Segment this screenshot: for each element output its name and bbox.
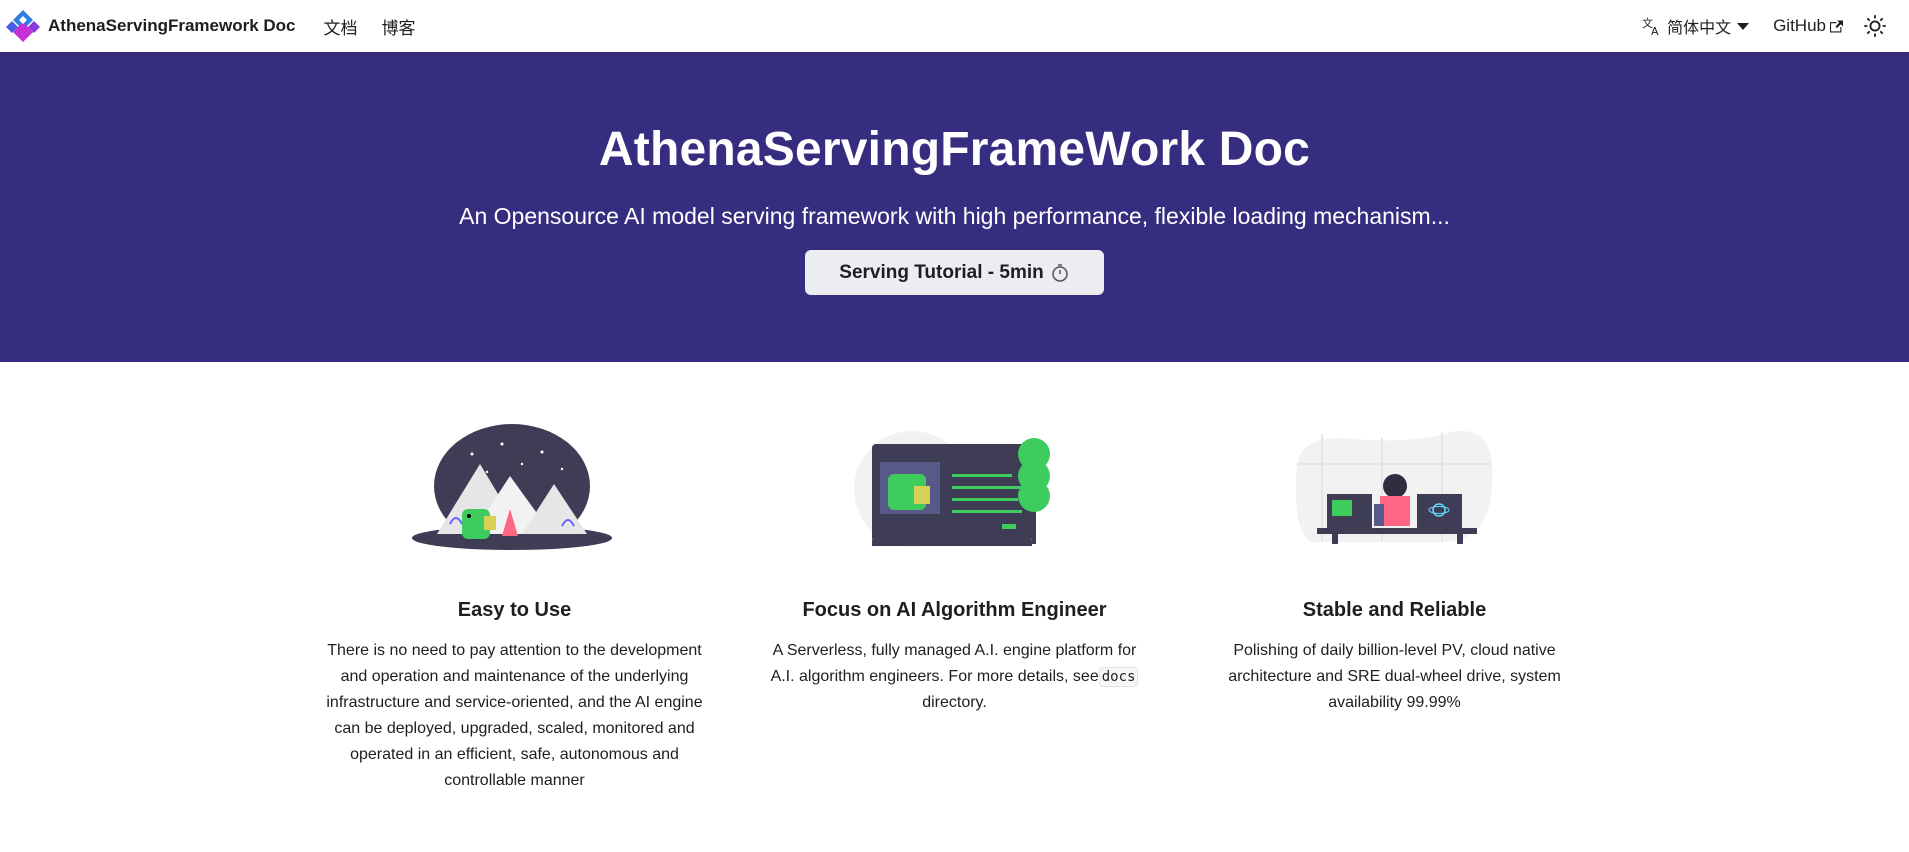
navbar: AthenaServingFramework Doc 文档 博客 文 A 简体中… [0, 0, 1909, 52]
language-label: 简体中文 [1667, 18, 1732, 37]
svg-text:A: A [1651, 25, 1659, 36]
logo-icon [6, 10, 40, 42]
language-dropdown[interactable]: 文 A 简体中文 [1641, 14, 1750, 38]
serving-tutorial-label: Serving Tutorial - 5min [839, 261, 1044, 283]
feature-image [295, 424, 735, 554]
feature-title: Stable and Reliable [1302, 599, 1487, 621]
feature-description: Polishing of daily billion-level PV, clo… [1228, 642, 1561, 711]
navbar-left: AthenaServingFramework Doc 文档 博客 [6, 9, 416, 43]
monitor-dinosaur-illustration [854, 431, 1050, 547]
brand-link[interactable]: AthenaServingFramework Doc [6, 9, 296, 43]
feature-image [1175, 424, 1615, 554]
feature-description-suffix: directory. [922, 694, 987, 711]
mountain-dinosaur-illustration [412, 424, 612, 550]
feature-description: There is no need to pay attention to the… [326, 642, 703, 789]
stopwatch-icon [1051, 263, 1068, 282]
hero-banner: AthenaServingFrameWork Doc An Opensource… [0, 52, 1909, 362]
sun-icon [1864, 15, 1886, 37]
theme-toggle-button[interactable] [1861, 12, 1889, 40]
github-label: GitHub [1773, 16, 1826, 35]
hero-subtitle: An Opensource AI model serving framework… [459, 203, 1450, 229]
feature-card: Focus on AI Algorithm Engineer A Serverl… [735, 424, 1175, 794]
github-link[interactable]: GitHub [1773, 16, 1843, 36]
feature-card: Stable and Reliable Polishing of daily b… [1175, 424, 1615, 794]
brand-title: AthenaServingFramework Doc [48, 16, 296, 35]
feature-title: Easy to Use [457, 599, 572, 621]
feature-card: Easy to Use There is no need to pay atte… [295, 424, 735, 794]
serving-tutorial-button[interactable]: Serving Tutorial - 5min [805, 250, 1104, 295]
nav-link-blog[interactable]: 博客 [382, 14, 416, 39]
nav-link-docs[interactable]: 文档 [324, 14, 358, 39]
navbar-right: 文 A 简体中文 GitHub [1641, 12, 1889, 40]
translate-icon: 文 A [1642, 16, 1659, 36]
external-link-icon [1830, 20, 1843, 32]
feature-title: Focus on AI Algorithm Engineer [802, 599, 1107, 621]
hero-title: AthenaServingFrameWork Doc [598, 123, 1311, 176]
docs-code: docs [1098, 667, 1139, 687]
feature-description-text: A Serverless, fully managed A.I. engine … [770, 642, 1137, 685]
features-section: Easy to Use There is no need to pay atte… [0, 362, 1909, 794]
developer-desk-illustration [1296, 431, 1493, 544]
chevron-down-icon [1737, 22, 1750, 30]
feature-image [735, 424, 1175, 554]
feature-description: A Serverless, fully managed A.I. engine … [762, 638, 1147, 716]
